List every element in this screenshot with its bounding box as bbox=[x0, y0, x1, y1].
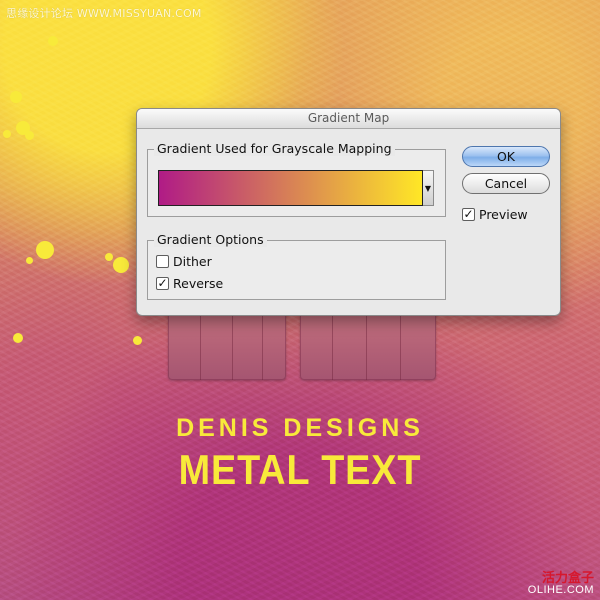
dialog-title: Gradient Map bbox=[137, 109, 560, 129]
gradient-group-title: Gradient Used for Grayscale Mapping bbox=[154, 141, 395, 156]
yellow-splatter bbox=[10, 91, 22, 103]
dither-label: Dither bbox=[173, 254, 212, 269]
preview-label: Preview bbox=[479, 207, 528, 222]
yellow-splatter bbox=[113, 257, 129, 273]
gradient-options-title: Gradient Options bbox=[154, 232, 267, 247]
yellow-splatter bbox=[13, 333, 23, 343]
reverse-checkbox[interactable]: ✓ bbox=[156, 277, 169, 290]
gradient-preview-bar[interactable] bbox=[158, 170, 423, 206]
yellow-splatter bbox=[36, 241, 54, 259]
yellow-splatter bbox=[133, 336, 142, 345]
gradient-dropdown-arrow-icon[interactable]: ▼ bbox=[423, 170, 434, 206]
preview-checkbox[interactable]: ✓ bbox=[462, 208, 475, 221]
yellow-splatter bbox=[48, 36, 58, 46]
artwork-title-denis-designs: DENIS DESIGNS bbox=[176, 414, 424, 442]
yellow-splatter bbox=[3, 130, 11, 138]
reverse-option[interactable]: ✓ Reverse bbox=[156, 276, 223, 292]
dither-checkbox[interactable] bbox=[156, 255, 169, 268]
watermark-bottom-en: OLIHE.COM bbox=[527, 584, 594, 596]
ok-button[interactable]: OK bbox=[462, 146, 550, 167]
gradient-options-group: Gradient Options Dither ✓ Reverse bbox=[147, 232, 446, 300]
gradient-group: Gradient Used for Grayscale Mapping ▼ bbox=[147, 141, 446, 217]
gradient-map-dialog: Gradient Map Gradient Used for Grayscale… bbox=[136, 108, 561, 316]
dither-option[interactable]: Dither bbox=[156, 254, 212, 270]
preview-option[interactable]: ✓ Preview bbox=[462, 207, 528, 222]
watermark-bottom-cn: 活力盒子 bbox=[541, 570, 594, 585]
cancel-button[interactable]: Cancel bbox=[462, 173, 550, 194]
yellow-splatter bbox=[26, 257, 33, 264]
yellow-splatter bbox=[105, 253, 113, 261]
watermark-bottom: 活力盒子 OLIHE.COM bbox=[524, 571, 594, 596]
reverse-label: Reverse bbox=[173, 276, 224, 291]
watermark-top: 思缘设计论坛 WWW.MISSYUAN.COM bbox=[6, 7, 202, 20]
yellow-splatter bbox=[25, 131, 34, 140]
artwork-title-metal-text: METAL TEXT bbox=[178, 446, 422, 493]
